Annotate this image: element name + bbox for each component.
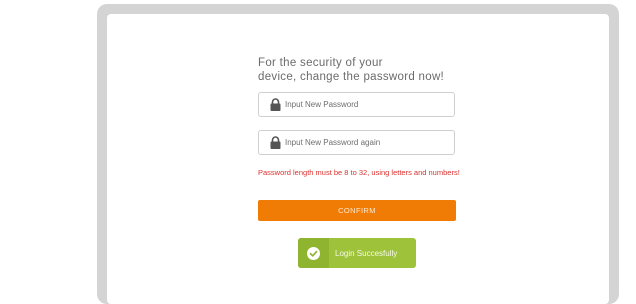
toast-message: Login Succesfully	[335, 248, 398, 258]
confirm-password-field[interactable]	[258, 130, 455, 155]
confirm-password-input[interactable]	[285, 132, 445, 153]
password-error-message: Password length must be 8 to 32, using l…	[258, 168, 460, 177]
confirm-button[interactable]: CONFIRM	[258, 200, 456, 221]
heading-line-1: For the security of your	[258, 57, 383, 69]
new-password-field[interactable]	[258, 92, 455, 117]
toast-icon-area	[298, 238, 329, 268]
check-circle-icon	[307, 246, 320, 260]
heading-line-2: device, change the password now!	[258, 70, 445, 83]
lock-icon	[270, 98, 281, 111]
login-success-toast: Login Succesfully	[298, 238, 416, 268]
lock-icon	[270, 136, 281, 149]
dialog-heading: For the security of your device, change …	[258, 57, 478, 84]
new-password-input[interactable]	[285, 94, 445, 115]
